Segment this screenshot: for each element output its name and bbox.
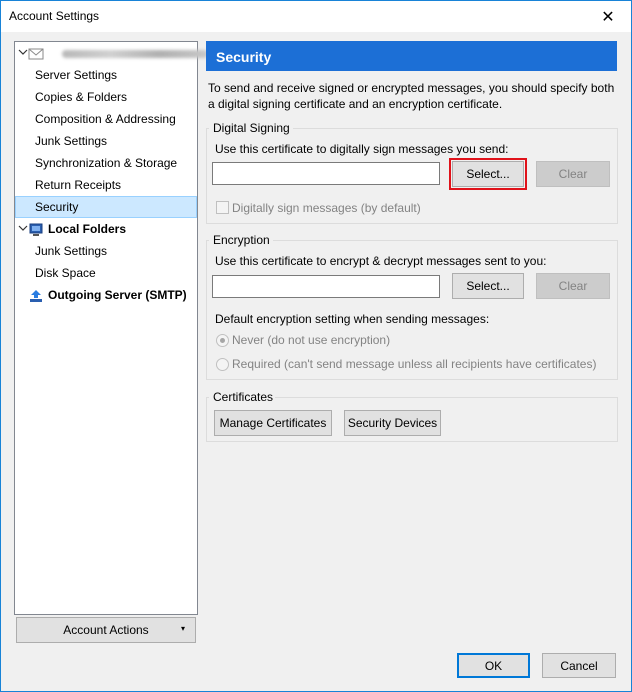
group-border — [206, 240, 209, 241]
window-title: Account Settings — [9, 9, 100, 23]
tree-item-label: Junk Settings — [35, 134, 108, 148]
security-devices-label: Security Devices — [347, 416, 438, 430]
group-border — [206, 397, 209, 398]
digitally-sign-label: Digitally sign messages (by default) — [232, 201, 421, 215]
page-title: Security — [206, 41, 617, 71]
signing-select-button[interactable]: Select... — [449, 158, 527, 190]
tree-item-label: Local Folders — [48, 222, 127, 236]
manage-certificates-label: Manage Certificates — [219, 416, 327, 430]
encryption-select-button[interactable]: Select... — [452, 273, 524, 299]
encryption-legend: Encryption — [211, 233, 272, 247]
tree-item-label: Disk Space — [35, 266, 96, 280]
encryption-clear-label: Clear — [558, 279, 588, 293]
title-bar: Account Settings ✕ — [1, 1, 631, 32]
tree-item-label: Composition & Addressing — [35, 112, 176, 126]
encryption-clear-button[interactable]: Clear — [536, 273, 610, 299]
close-icon[interactable]: ✕ — [585, 1, 631, 32]
expand-chevron-icon[interactable] — [18, 42, 28, 72]
group-border — [275, 397, 618, 398]
encryption-select-label: Select... — [466, 279, 510, 293]
encryption-certificate-field — [212, 275, 440, 298]
default-encryption-label: Default encryption setting when sending … — [215, 312, 490, 326]
security-devices-button[interactable]: Security Devices — [344, 410, 441, 436]
ok-label: OK — [484, 658, 503, 673]
encryption-prompt: Use this certificate to encrypt & decryp… — [215, 254, 547, 268]
never-encrypt-radio[interactable] — [216, 334, 229, 347]
cancel-label: Cancel — [560, 658, 598, 673]
signing-clear-label: Clear — [558, 167, 588, 181]
account-email-redacted — [62, 50, 208, 58]
manage-certificates-button[interactable]: Manage Certificates — [214, 410, 332, 436]
group-border — [206, 128, 209, 129]
tree-item-outgoing-server[interactable]: Outgoing Server (SMTP) — [15, 284, 197, 306]
certificates-legend: Certificates — [211, 390, 276, 404]
tree-item-account[interactable] — [15, 42, 208, 64]
ok-button[interactable]: OK — [457, 653, 530, 678]
account-tree[interactable]: Server Settings Copies & Folders Composi… — [14, 41, 208, 615]
never-encrypt-label: Never (do not use encryption) — [232, 333, 391, 347]
signing-select-label: Select... — [466, 167, 510, 181]
account-actions-label: Account Actions — [63, 623, 149, 637]
tree-item-label: Return Receipts — [35, 178, 122, 192]
tree-item-security[interactable]: Security — [15, 196, 197, 218]
required-encrypt-label: Required (can't send message unless all … — [232, 357, 597, 371]
group-border — [273, 240, 618, 241]
tree-item-label: Synchronization & Storage — [35, 156, 178, 170]
signing-prompt: Use this certificate to digitally sign m… — [215, 142, 509, 156]
required-encrypt-radio[interactable] — [216, 358, 229, 371]
tree-item-label: Outgoing Server (SMTP) — [48, 288, 187, 302]
account-actions-button[interactable]: Account Actions ▾ — [16, 617, 196, 643]
local-folders-icon — [29, 222, 43, 236]
expand-chevron-icon[interactable] — [18, 218, 28, 248]
group-border — [293, 128, 618, 129]
tree-item-label: Server Settings — [35, 68, 118, 82]
outgoing-server-icon — [29, 288, 43, 302]
dropdown-arrow-icon: ▾ — [180, 624, 185, 633]
digitally-sign-checkbox[interactable] — [216, 201, 229, 214]
security-description: To send and receive signed or encrypted … — [208, 81, 615, 111]
cancel-button[interactable]: Cancel — [542, 653, 616, 678]
mail-icon — [28, 46, 44, 60]
tree-item-label: Junk Settings — [35, 244, 108, 258]
account-settings-window: Account Settings ✕ Server Settings Copie… — [0, 0, 632, 692]
tree-item-label: Copies & Folders — [35, 90, 128, 104]
signing-clear-button[interactable]: Clear — [536, 161, 610, 187]
digital-signing-legend: Digital Signing — [211, 121, 292, 135]
signing-certificate-field — [212, 162, 440, 185]
tree-item-label: Security — [35, 200, 79, 214]
tree-item-local-folders[interactable]: Local Folders — [15, 218, 197, 240]
